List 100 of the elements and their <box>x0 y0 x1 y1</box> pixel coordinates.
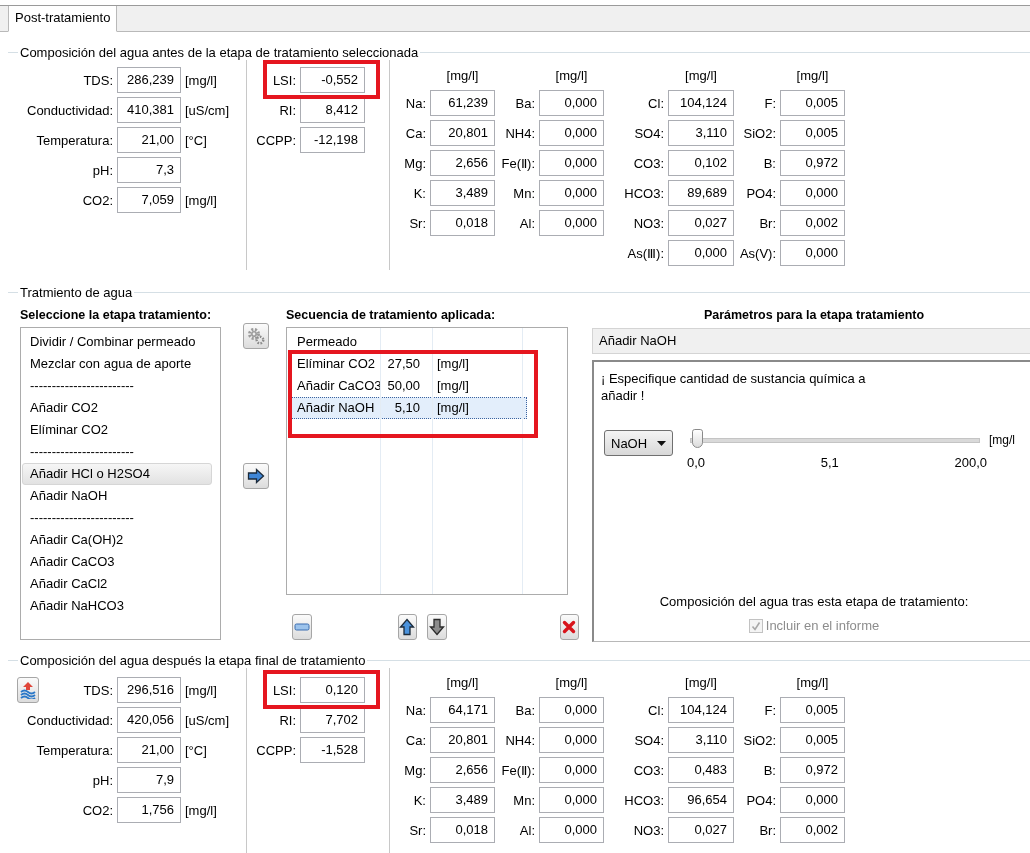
list-item[interactable]: Añadir HCl o H2SO4 <box>22 463 212 485</box>
value-field[interactable]: 0,000 <box>780 240 845 266</box>
tab[interactable]: Post-tratamiento <box>8 6 118 32</box>
value-field[interactable]: 0,102 <box>668 150 734 176</box>
value-field[interactable]: 2,656 <box>430 757 495 783</box>
value-field[interactable]: 410,381 <box>117 97 181 123</box>
value-field[interactable]: 0,027 <box>668 210 734 236</box>
sequence-row[interactable]: Elíminar CO2 27,50 [mg/l] <box>290 353 527 375</box>
value-field[interactable]: 0,000 <box>539 787 604 813</box>
value-field[interactable]: 420,056 <box>117 707 181 733</box>
value-field[interactable]: 0,000 <box>539 180 604 206</box>
ion-label: Mn: <box>512 792 535 808</box>
list-item[interactable]: Añadir Ca(OH)2 <box>22 529 212 551</box>
value-field[interactable]: 0,002 <box>780 817 845 843</box>
value-field[interactable]: 0,005 <box>780 727 845 753</box>
value-field[interactable]: 0,018 <box>430 817 495 843</box>
value-field[interactable]: 0,120 <box>300 677 365 703</box>
value-field[interactable]: 296,516 <box>117 677 181 703</box>
close-icon <box>562 620 577 634</box>
value-field[interactable]: 1,756 <box>117 797 181 823</box>
list-item[interactable]: Añadir NaHCO3 <box>22 595 212 617</box>
slider-thumb[interactable] <box>692 429 704 448</box>
value-field[interactable]: 0,000 <box>539 817 604 843</box>
value-field[interactable]: 61,239 <box>430 90 495 116</box>
move-up-button[interactable] <box>397 614 417 640</box>
value-field[interactable]: 0,000 <box>539 120 604 146</box>
value-field[interactable]: 64,171 <box>430 697 495 723</box>
remove-button[interactable] <box>292 614 312 640</box>
list-item[interactable]: Añadir NaOH <box>22 485 212 507</box>
chemical-dropdown[interactable]: NaOH <box>604 430 673 456</box>
value-field[interactable]: 0,000 <box>668 240 734 266</box>
value-label: 5,1 <box>820 455 839 470</box>
list-item[interactable]: Añadir CaCO3 <box>22 551 212 573</box>
value-field[interactable]: -1,528 <box>300 737 365 763</box>
step-name: Añadir NaOH <box>296 399 376 417</box>
min-label: 0,0 <box>687 455 706 470</box>
caret-icon <box>657 440 666 446</box>
settings-button[interactable] <box>243 323 269 349</box>
value-field[interactable]: 0,000 <box>539 210 604 236</box>
value-field[interactable]: 89,689 <box>668 180 734 206</box>
sequence-row[interactable]: Añadir CaCO3 50,00 [mg/l] <box>290 375 527 397</box>
value-field[interactable]: 3,489 <box>430 787 495 813</box>
list-item[interactable]: Añadir CaCl2 <box>22 573 212 595</box>
add-button[interactable] <box>243 463 269 489</box>
list-item[interactable]: ------------------------ <box>22 507 212 529</box>
value-field[interactable]: -12,198 <box>300 127 365 153</box>
list-item[interactable]: Dividir / Combinar permeado <box>22 331 212 353</box>
value-field[interactable]: 20,801 <box>430 727 495 753</box>
value-field[interactable]: 0,000 <box>539 90 604 116</box>
unit-label: [mg/l] <box>445 675 480 690</box>
waves-icon <box>20 681 36 699</box>
value-field[interactable]: 7,3 <box>117 157 181 183</box>
value-field[interactable]: 286,239 <box>117 67 181 93</box>
value-field[interactable]: 8,412 <box>300 97 365 123</box>
list-item[interactable]: ------------------------ <box>22 375 212 397</box>
value-field[interactable]: 0,483 <box>668 757 734 783</box>
ion-label: Br: <box>758 822 776 838</box>
value-field[interactable]: 2,656 <box>430 150 495 176</box>
value-field[interactable]: 3,110 <box>668 727 734 753</box>
value-field[interactable]: 21,00 <box>117 127 181 153</box>
value-field[interactable]: 104,124 <box>668 90 734 116</box>
ion-label: B: <box>762 762 776 778</box>
value-field[interactable]: 96,654 <box>668 787 734 813</box>
value-field[interactable]: 0,000 <box>780 180 845 206</box>
value-field[interactable]: 0,005 <box>780 90 845 116</box>
value-field[interactable]: 7,059 <box>117 187 181 213</box>
step-amount: 50,00 <box>386 377 420 395</box>
value-field[interactable]: 0,000 <box>539 697 604 723</box>
list-item[interactable]: ------------------------ <box>22 441 212 463</box>
value-field[interactable]: 0,002 <box>780 210 845 236</box>
sequence-row[interactable]: Permeado <box>290 331 527 353</box>
list-item[interactable]: Añadir CO2 <box>22 397 212 419</box>
value-field[interactable]: 20,801 <box>430 120 495 146</box>
value-field[interactable]: 3,110 <box>668 120 734 146</box>
value-field[interactable]: 0,005 <box>780 120 845 146</box>
value-field[interactable]: 0,000 <box>539 757 604 783</box>
value-field[interactable]: 0,005 <box>780 697 845 723</box>
unit-label: [mg/l] <box>185 682 218 698</box>
value-field[interactable]: 7,9 <box>117 767 181 793</box>
water-button[interactable] <box>17 677 39 703</box>
value-field[interactable]: 0,018 <box>430 210 495 236</box>
value-field[interactable]: 0,000 <box>780 787 845 813</box>
value-field[interactable]: -0,552 <box>300 67 365 93</box>
move-down-button[interactable] <box>427 614 447 640</box>
sequence-row[interactable]: Añadir NaOH 5,10 [mg/l] <box>290 397 527 419</box>
value-field[interactable]: 3,489 <box>430 180 495 206</box>
value-field[interactable]: 21,00 <box>117 737 181 763</box>
value-field[interactable]: 7,702 <box>300 707 365 733</box>
value-field[interactable]: 0,972 <box>780 757 845 783</box>
value-field[interactable]: 0,000 <box>539 150 604 176</box>
value-field[interactable]: 104,124 <box>668 697 734 723</box>
step-name: Permeado <box>296 333 358 351</box>
list-item[interactable]: Mezclar con agua de aporte <box>22 353 212 375</box>
value-field[interactable]: 0,972 <box>780 150 845 176</box>
ion-label: F: <box>763 95 776 111</box>
value-field[interactable]: 0,000 <box>539 727 604 753</box>
list-item[interactable]: Elíminar CO2 <box>22 419 212 441</box>
minus-icon <box>293 623 310 631</box>
delete-button[interactable] <box>559 614 579 640</box>
value-field[interactable]: 0,027 <box>668 817 734 843</box>
